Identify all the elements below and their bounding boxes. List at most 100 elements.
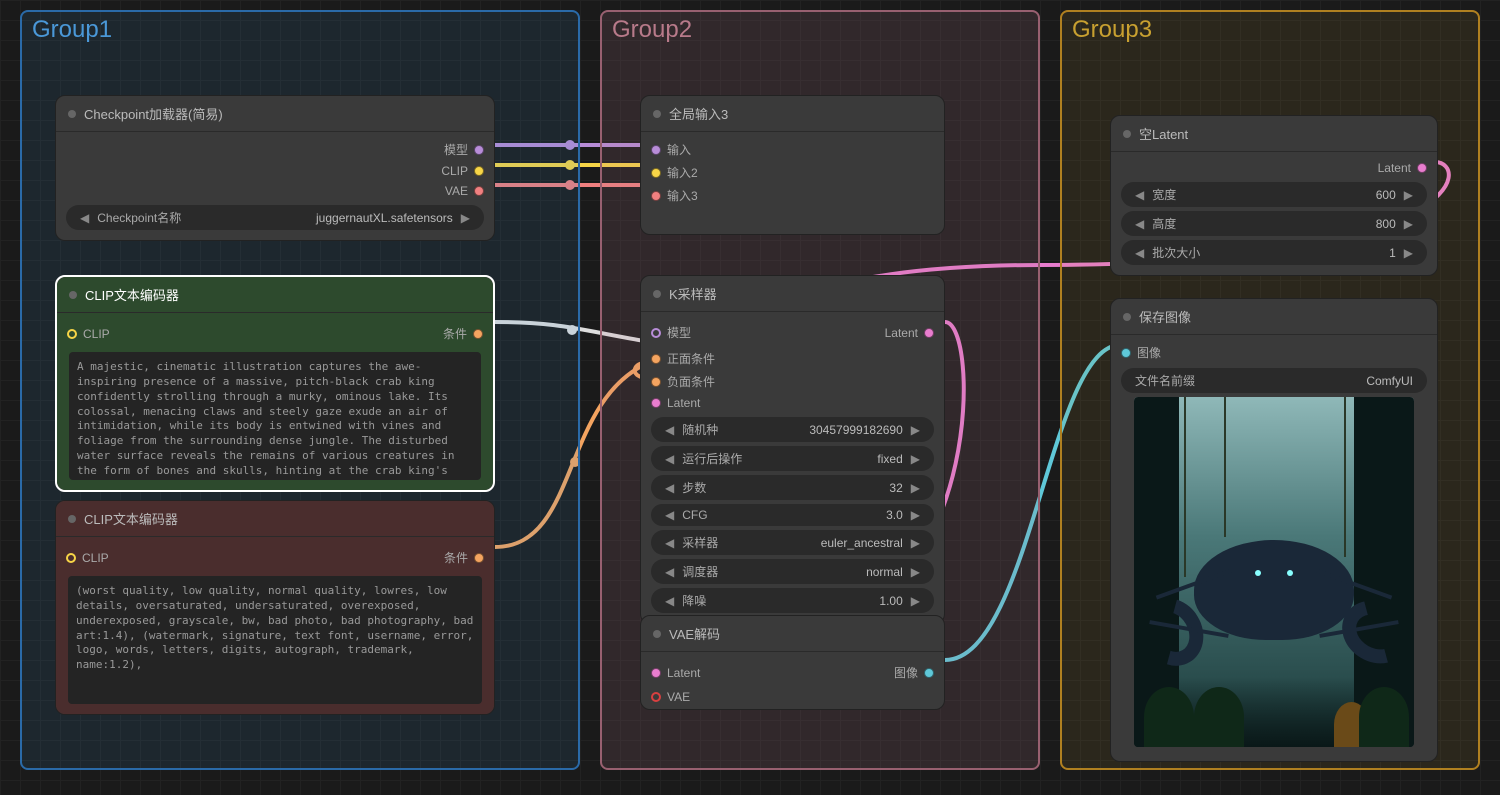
negative-input-port[interactable] xyxy=(651,377,661,387)
prev-arrow-icon[interactable]: ◀ xyxy=(1131,188,1148,202)
ksampler-widget[interactable]: ◀调度器normal▶ xyxy=(651,559,934,584)
latent-input-port[interactable] xyxy=(651,668,661,678)
conditioning-output-port[interactable] xyxy=(473,329,483,339)
next-arrow-icon[interactable]: ▶ xyxy=(907,536,924,550)
filename-prefix-widget[interactable]: 文件名前缀 ComfyUI xyxy=(1121,368,1427,393)
latent-widget[interactable]: ◀高度800▶ xyxy=(1121,211,1427,236)
vae-decode-node[interactable]: VAE解码 Latent 图像 VAE xyxy=(640,615,945,710)
ksampler-widget[interactable]: ◀随机种30457999182690▶ xyxy=(651,417,934,442)
node-header[interactable]: Checkpoint加载器(简易) xyxy=(56,96,494,132)
node-header[interactable]: VAE解码 xyxy=(641,616,944,652)
latent-input-port[interactable] xyxy=(651,398,661,408)
group3-title[interactable]: Group3 xyxy=(1062,12,1478,48)
node-title: VAE解码 xyxy=(669,624,720,643)
latent-output-port[interactable] xyxy=(924,328,934,338)
widget-value: 600 xyxy=(1376,188,1400,202)
collapse-dot-icon[interactable] xyxy=(653,110,661,118)
prev-arrow-icon[interactable]: ◀ xyxy=(661,565,678,579)
node-header[interactable]: CLIP文本编码器 xyxy=(57,277,493,313)
prev-arrow-icon[interactable]: ◀ xyxy=(661,481,678,495)
latent-output-port[interactable] xyxy=(1417,163,1427,173)
prev-arrow-icon[interactable]: ◀ xyxy=(1131,246,1148,260)
ksampler-node[interactable]: K采样器 模型 Latent 正面条件 负面条件 Latent ◀随机种3045… xyxy=(640,275,945,624)
group2-title[interactable]: Group2 xyxy=(602,12,1038,48)
output-label: 条件 xyxy=(443,325,467,342)
prev-arrow-icon[interactable]: ◀ xyxy=(661,536,678,550)
node-header[interactable]: K采样器 xyxy=(641,276,944,312)
ksampler-widget[interactable]: ◀步数32▶ xyxy=(651,475,934,500)
ksampler-widget[interactable]: ◀降噪1.00▶ xyxy=(651,588,934,613)
image-output-port[interactable] xyxy=(924,668,934,678)
output-label: 图像 xyxy=(894,664,918,681)
clip-input-port[interactable] xyxy=(66,553,76,563)
node-header[interactable]: CLIP文本编码器 xyxy=(56,501,494,537)
input3-port[interactable] xyxy=(651,191,661,201)
collapse-dot-icon[interactable] xyxy=(68,110,76,118)
input-label: 输入2 xyxy=(667,164,698,181)
image-input-port[interactable] xyxy=(1121,348,1131,358)
prev-arrow-icon[interactable]: ◀ xyxy=(661,423,678,437)
widget-value: 30457999182690 xyxy=(809,423,906,437)
next-arrow-icon[interactable]: ▶ xyxy=(907,481,924,495)
next-arrow-icon[interactable]: ▶ xyxy=(907,594,924,608)
next-arrow-icon[interactable]: ▶ xyxy=(1400,246,1417,260)
prev-arrow-icon[interactable]: ◀ xyxy=(1131,217,1148,231)
model-output-port[interactable] xyxy=(474,145,484,155)
next-arrow-icon[interactable]: ▶ xyxy=(907,423,924,437)
latent-widget[interactable]: ◀宽度600▶ xyxy=(1121,182,1427,207)
latent-widget[interactable]: ◀批次大小 1▶ xyxy=(1121,240,1427,265)
model-input-port[interactable] xyxy=(651,328,661,338)
node-title: CLIP文本编码器 xyxy=(85,285,179,304)
group1-title[interactable]: Group1 xyxy=(22,12,578,48)
widget-label: 批次大小 xyxy=(1148,244,1200,261)
prev-arrow-icon[interactable]: ◀ xyxy=(76,211,93,225)
collapse-dot-icon[interactable] xyxy=(69,291,77,299)
prev-arrow-icon[interactable]: ◀ xyxy=(661,594,678,608)
next-arrow-icon[interactable]: ▶ xyxy=(907,508,924,522)
widget-value: ComfyUI xyxy=(1366,374,1417,388)
checkpoint-loader-node[interactable]: Checkpoint加载器(简易) 模型 CLIP VAE ◀ Checkpoi… xyxy=(55,95,495,241)
input-label: CLIP xyxy=(83,327,110,341)
clip-text-encode-negative-node[interactable]: CLIP文本编码器 CLIP 条件 (worst quality, low qu… xyxy=(55,500,495,715)
next-arrow-icon[interactable]: ▶ xyxy=(907,452,924,466)
clip-text-encode-positive-node[interactable]: CLIP文本编码器 CLIP 条件 A majestic, cinematic … xyxy=(55,275,495,492)
widget-value: 1 xyxy=(1389,246,1400,260)
global-input-node[interactable]: 全局输入3 输入 输入2 输入3 xyxy=(640,95,945,235)
checkpoint-name-widget[interactable]: ◀ Checkpoint名称 juggernautXL.safetensors … xyxy=(66,205,484,230)
next-arrow-icon[interactable]: ▶ xyxy=(1400,188,1417,202)
node-header[interactable]: 保存图像 xyxy=(1111,299,1437,335)
empty-latent-node[interactable]: 空Latent Latent ◀宽度600▶◀高度800▶◀批次大小1▶ xyxy=(1110,115,1438,276)
save-image-node[interactable]: 保存图像 图像 文件名前缀 ComfyUI xyxy=(1110,298,1438,762)
prompt-textarea[interactable]: A majestic, cinematic illustration captu… xyxy=(69,352,481,480)
collapse-dot-icon[interactable] xyxy=(653,290,661,298)
prev-arrow-icon[interactable]: ◀ xyxy=(661,508,678,522)
next-arrow-icon[interactable]: ▶ xyxy=(1400,217,1417,231)
next-arrow-icon[interactable]: ▶ xyxy=(457,211,474,225)
widget-label: 文件名前缀 xyxy=(1131,372,1195,389)
ksampler-widget[interactable]: ◀CFG3.0▶ xyxy=(651,504,934,526)
output-label: VAE xyxy=(445,184,468,198)
collapse-dot-icon[interactable] xyxy=(1123,130,1131,138)
node-header[interactable]: 空Latent xyxy=(1111,116,1437,152)
collapse-dot-icon[interactable] xyxy=(1123,313,1131,321)
collapse-dot-icon[interactable] xyxy=(68,515,76,523)
vae-output-port[interactable] xyxy=(474,186,484,196)
input2-port[interactable] xyxy=(651,168,661,178)
clip-input-port[interactable] xyxy=(67,329,77,339)
output-image-preview[interactable] xyxy=(1134,397,1414,747)
next-arrow-icon[interactable]: ▶ xyxy=(907,565,924,579)
input1-port[interactable] xyxy=(651,145,661,155)
node-title: 全局输入3 xyxy=(669,104,728,123)
conditioning-output-port[interactable] xyxy=(474,553,484,563)
clip-output-port[interactable] xyxy=(474,166,484,176)
node-header[interactable]: 全局输入3 xyxy=(641,96,944,132)
collapse-dot-icon[interactable] xyxy=(653,630,661,638)
prev-arrow-icon[interactable]: ◀ xyxy=(661,452,678,466)
vae-input-port[interactable] xyxy=(651,692,661,702)
widget-label: 采样器 xyxy=(678,534,718,551)
input-label: 输入3 xyxy=(667,187,698,204)
ksampler-widget[interactable]: ◀运行后操作fixed▶ xyxy=(651,446,934,471)
ksampler-widget[interactable]: ◀采样器euler_ancestral▶ xyxy=(651,530,934,555)
positive-input-port[interactable] xyxy=(651,354,661,364)
negative-prompt-textarea[interactable]: (worst quality, low quality, normal qual… xyxy=(68,576,482,704)
